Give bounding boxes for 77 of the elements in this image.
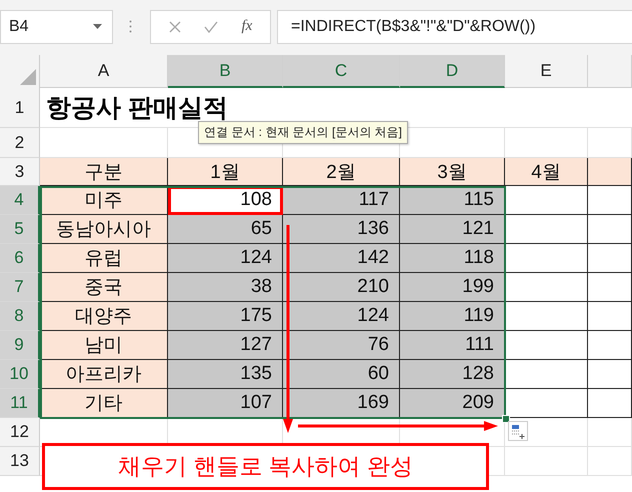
row-header[interactable]: 12	[0, 418, 40, 447]
empty-cell	[588, 447, 632, 476]
row-header[interactable]: 4	[0, 186, 40, 215]
column-header[interactable]: E	[505, 55, 588, 88]
table-cell: 대양주	[40, 302, 168, 331]
table-cell: 128	[400, 360, 505, 389]
column-header[interactable]	[588, 55, 632, 88]
table-cell: 60	[283, 360, 400, 389]
check-icon[interactable]	[204, 20, 218, 32]
row-header[interactable]: 13	[0, 447, 40, 476]
table-cell: 남미	[40, 331, 168, 360]
table-cell: 미주	[40, 186, 168, 215]
row-header[interactable]: 10	[0, 360, 40, 389]
row-header[interactable]: 2	[0, 128, 40, 158]
table-cell: 124	[168, 244, 283, 273]
row-header[interactable]: 6	[0, 244, 40, 273]
column-header[interactable]: C	[283, 55, 400, 88]
empty-cell	[588, 186, 632, 215]
table-cell: 유럽	[40, 244, 168, 273]
fill-handle[interactable]	[502, 415, 510, 423]
table-cell: 38	[168, 273, 283, 302]
empty-cell	[588, 389, 632, 418]
caption-box: 채우기 핸들로 복사하여 완성	[42, 443, 489, 490]
table-cell: 199	[400, 273, 505, 302]
insert-function-button[interactable]: fx	[241, 18, 252, 35]
empty-cell	[588, 215, 632, 244]
table-cell: 65	[168, 215, 283, 244]
table-cell: 구분	[40, 158, 168, 186]
column-header[interactable]: D	[400, 55, 505, 88]
row-header[interactable]: 5	[0, 215, 40, 244]
empty-cell	[588, 418, 632, 447]
table-cell: 169	[283, 389, 400, 418]
paste-options-icon[interactable]	[508, 421, 528, 441]
table-cell: 124	[283, 302, 400, 331]
table-cell: 76	[283, 331, 400, 360]
close-icon[interactable]	[168, 20, 181, 32]
table-cell: 117	[283, 186, 400, 215]
select-all-icon[interactable]	[20, 69, 36, 85]
row-header[interactable]: 11	[0, 389, 40, 418]
column-header[interactable]: B	[168, 55, 283, 88]
table-cell: 3월	[400, 158, 505, 186]
row-header[interactable]: 3	[0, 158, 40, 186]
table-cell: 108	[168, 186, 283, 215]
table-cell: 4월	[505, 158, 588, 186]
table-cell: 기타	[40, 389, 168, 418]
row-header[interactable]: 8	[0, 302, 40, 331]
caret-icon[interactable]	[93, 24, 102, 29]
table-cell: 118	[400, 244, 505, 273]
table-cell: 119	[400, 302, 505, 331]
row-header[interactable]: 1	[0, 88, 40, 128]
table-cell: 142	[283, 244, 400, 273]
table-cell: 중국	[40, 273, 168, 302]
table-cell: 175	[168, 302, 283, 331]
name-box[interactable]: B4	[0, 10, 113, 44]
empty-cell	[588, 302, 632, 331]
formula-field[interactable]: =INDIRECT(B$3&"!"&"D"&ROW())	[277, 10, 632, 44]
table-cell: 1월	[168, 158, 283, 186]
empty-cell	[588, 360, 632, 389]
table-cell: 동남아시아	[40, 215, 168, 244]
table-cell: 135	[168, 360, 283, 389]
empty-cell	[588, 331, 632, 360]
table-cell: 115	[400, 186, 505, 215]
more-icon	[129, 20, 132, 33]
table-cell: 2월	[283, 158, 400, 186]
table-cell: 111	[400, 331, 505, 360]
tooltip: 연결 문서 : 현재 문서의 [문서의 처음]	[198, 121, 408, 144]
empty-cell	[588, 273, 632, 302]
table-cell: 107	[168, 389, 283, 418]
table-cell: 210	[283, 273, 400, 302]
table-cell: 209	[400, 389, 505, 418]
table-cell: 127	[168, 331, 283, 360]
row-header[interactable]: 7	[0, 273, 40, 302]
table-cell: 아프리카	[40, 360, 168, 389]
table-cell: 121	[400, 215, 505, 244]
table-cell: 136	[283, 215, 400, 244]
row-header[interactable]: 9	[0, 331, 40, 360]
empty-cell	[588, 244, 632, 273]
